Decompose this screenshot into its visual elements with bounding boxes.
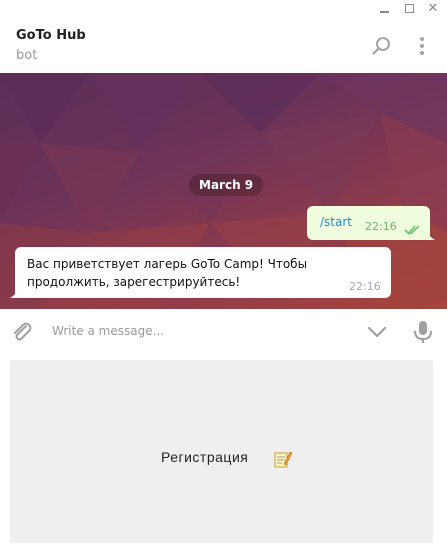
bubble-tail: [10, 287, 19, 298]
more-vertical-icon[interactable]: [412, 34, 436, 58]
incoming-message[interactable]: Вас приветствует лагерь GoTo Camp! Чтобы…: [15, 247, 391, 298]
message-text[interactable]: /start: [320, 215, 352, 229]
message-time: 22:16: [365, 220, 397, 233]
outgoing-message[interactable]: /start 22:16: [307, 206, 430, 240]
bot-keyboard: Регистрация: [0, 354, 447, 550]
chat-history[interactable]: March 9 /start 22:16 Вас приветствует ла…: [0, 73, 447, 309]
memo-icon: [274, 450, 293, 468]
chat-header: GoTo Hub bot: [0, 18, 447, 73]
search-icon[interactable]: [370, 34, 394, 58]
paperclip-icon[interactable]: [9, 319, 35, 345]
button-label: Регистрация: [161, 449, 249, 465]
chat-title[interactable]: GoTo Hub: [16, 28, 86, 43]
close-icon[interactable]: ✕: [425, 1, 441, 17]
window-titlebar: ✕: [0, 0, 447, 18]
message-input[interactable]: [52, 321, 352, 341]
maximize-icon[interactable]: [402, 1, 418, 17]
chat-subtitle: bot: [16, 48, 38, 63]
microphone-icon[interactable]: [410, 319, 436, 345]
chevron-down-icon[interactable]: [365, 319, 391, 345]
double-check-icon: [404, 221, 422, 240]
bubble-tail: [426, 229, 435, 240]
registration-button[interactable]: Регистрация: [10, 360, 433, 543]
date-separator: March 9: [189, 174, 264, 196]
minimize-icon[interactable]: [377, 1, 393, 17]
message-composer: [0, 309, 447, 354]
message-text[interactable]: Вас приветствует лагерь GoTo Camp! Чтобы…: [27, 255, 327, 291]
message-time: 22:16: [349, 280, 381, 293]
